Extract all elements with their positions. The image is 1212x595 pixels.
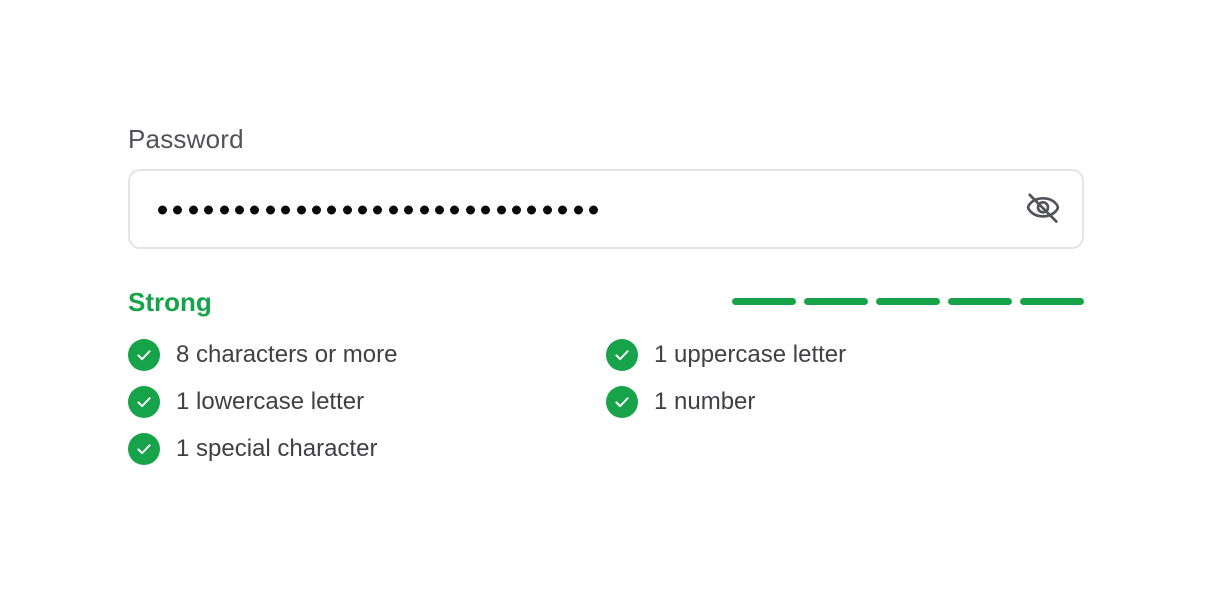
eye-off-icon	[1026, 193, 1060, 223]
check-circle-icon	[128, 386, 160, 418]
password-dot	[588, 205, 598, 215]
password-mask	[158, 205, 598, 215]
requirement-text: 1 uppercase letter	[654, 341, 847, 368]
password-dot	[219, 205, 229, 215]
password-dot	[404, 205, 414, 215]
requirement-item: 1 lowercase letter	[128, 386, 606, 418]
strength-meter: Strong	[128, 284, 1084, 320]
password-dot	[465, 205, 475, 215]
requirement-item: 1 uppercase letter	[606, 339, 1084, 371]
password-dot	[188, 205, 198, 215]
password-dot	[511, 205, 521, 215]
password-dot	[311, 205, 321, 215]
password-dot	[450, 205, 460, 215]
password-dot	[419, 205, 429, 215]
strength-segment	[1020, 298, 1084, 305]
check-circle-icon	[606, 339, 638, 371]
password-dot	[234, 205, 244, 215]
password-label: Password	[128, 124, 244, 154]
password-dot	[527, 205, 537, 215]
requirement-item: 1 special character	[128, 433, 606, 465]
password-dot	[542, 205, 552, 215]
password-dot	[358, 205, 368, 215]
strength-label: Strong	[128, 287, 212, 317]
requirement-item: 8 characters or more	[128, 339, 606, 371]
password-dot	[342, 205, 352, 215]
requirement-text: 1 lowercase letter	[176, 388, 365, 415]
password-dot	[204, 205, 214, 215]
check-circle-icon	[128, 339, 160, 371]
password-dot	[481, 205, 491, 215]
password-dot	[558, 205, 568, 215]
requirement-text: 1 number	[654, 388, 756, 415]
password-dot	[158, 205, 167, 215]
strength-segment	[732, 298, 796, 305]
password-dot	[281, 205, 291, 215]
password-dot	[573, 205, 583, 215]
password-dot	[250, 205, 260, 215]
toggle-visibility-button[interactable]	[1022, 188, 1064, 230]
password-dot	[173, 205, 183, 215]
password-dot	[388, 205, 398, 215]
strength-segment	[876, 298, 940, 305]
requirements-list: 8 characters or more 1 uppercase letter 1 …	[128, 339, 1084, 465]
password-dot	[496, 205, 506, 215]
password-form: Password Strong 8 characters or more 1 up…	[128, 121, 1084, 465]
password-dot	[327, 205, 337, 215]
check-circle-icon	[606, 386, 638, 418]
password-input[interactable]	[128, 169, 1084, 249]
requirement-text: 8 characters or more	[176, 341, 398, 368]
requirement-item: 1 number	[606, 386, 1084, 418]
password-dot	[296, 205, 306, 215]
strength-segment	[804, 298, 868, 305]
strength-segment	[948, 298, 1012, 305]
password-dot	[435, 205, 445, 215]
check-circle-icon	[128, 433, 160, 465]
password-dot	[265, 205, 275, 215]
requirement-text: 1 special character	[176, 435, 378, 462]
strength-bars	[732, 298, 1084, 305]
password-dot	[373, 205, 383, 215]
